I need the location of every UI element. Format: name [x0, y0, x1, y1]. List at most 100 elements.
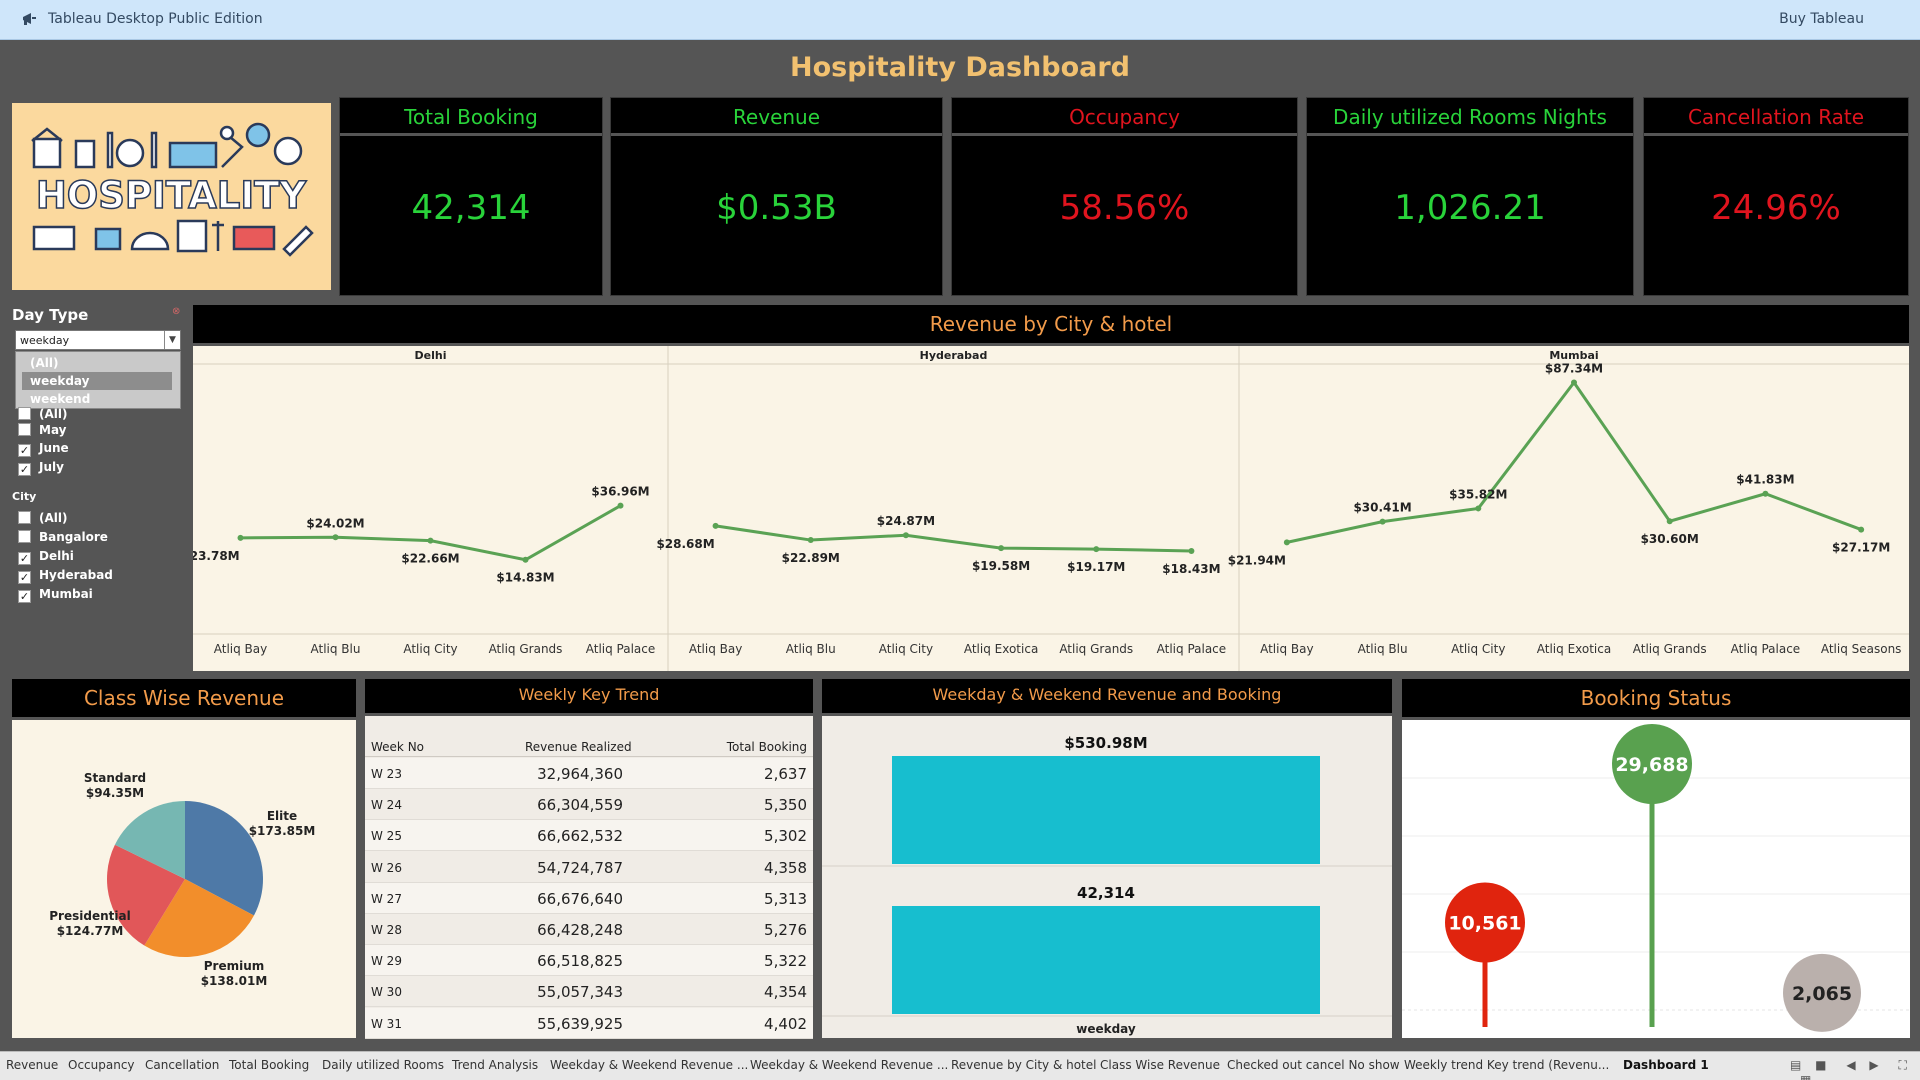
sheet-tab[interactable]: Checked out cancel No show	[1227, 1058, 1400, 1072]
table-row[interactable]: W 30 55,057,343 4,354	[365, 976, 813, 1008]
city-filter-hyderabad[interactable]: ✓ Hyderabad	[18, 567, 113, 584]
revenue-point[interactable]	[902, 532, 909, 539]
sheet-tab[interactable]: Total Booking	[229, 1058, 309, 1072]
city-filter-delhi[interactable]: ✓ Delhi	[18, 548, 74, 565]
weekday-weekend-chart[interactable]: $530.98M 42,314 weekday	[822, 716, 1392, 1038]
sheet-tab[interactable]: Dashboard 1	[1623, 1058, 1709, 1072]
facet-city-label: Hyderabad	[920, 349, 988, 362]
revenue-point[interactable]	[1475, 505, 1482, 512]
sheet-tab[interactable]: Weekday & Weekend Revenue ...	[750, 1058, 948, 1072]
booking-status-chart[interactable]: 10,561 29,688 2,065	[1402, 720, 1910, 1038]
pie-slice-value: $138.01M	[201, 974, 268, 988]
revenue-point[interactable]	[1379, 518, 1386, 525]
revenue-point[interactable]	[712, 522, 719, 529]
next-sheet-icon[interactable]: ▶	[1869, 1058, 1878, 1072]
weekly-key-trend-table[interactable]: Week No Revenue Realized Total Booking W…	[365, 716, 813, 1039]
revenue-point[interactable]	[1666, 518, 1673, 525]
total-booking-cell: 2,637	[764, 765, 807, 783]
checkbox-icon[interactable]	[18, 407, 31, 420]
revenue-point[interactable]	[617, 502, 624, 509]
bar-data-label: $530.98M	[1064, 734, 1147, 752]
show-tabs-icon[interactable]: ■	[1815, 1058, 1826, 1072]
checkbox-icon[interactable]	[18, 423, 31, 436]
table-row[interactable]: W 23 32,964,360 2,637	[365, 758, 813, 789]
bar[interactable]	[892, 906, 1320, 1014]
table-row[interactable]: W 31 55,639,925 4,402	[365, 1007, 813, 1039]
revenue-point[interactable]	[237, 534, 244, 541]
revenue-point[interactable]	[1188, 547, 1195, 554]
dropdown-option-all[interactable]: (All)	[22, 354, 172, 372]
revenue-point[interactable]	[332, 534, 339, 541]
checkbox-checked-icon[interactable]: ✓	[18, 590, 31, 603]
revenue-point[interactable]	[1858, 526, 1865, 533]
chevron-down-icon[interactable]: ▼	[164, 331, 180, 349]
sheet-tab[interactable]: Trend Analysis	[452, 1058, 538, 1072]
show-sheet-sorter-icon[interactable]: ▤	[1790, 1058, 1801, 1072]
kpi-occupancy[interactable]: Occupancy 58.56%	[951, 97, 1298, 296]
hotel-tick-label: Atliq Seasons	[1821, 642, 1902, 656]
checkbox-icon[interactable]	[18, 530, 31, 543]
revenue-point[interactable]	[1093, 546, 1100, 553]
month-filter-july[interactable]: ✓ July	[18, 459, 64, 476]
checkbox-checked-icon[interactable]: ✓	[18, 552, 31, 565]
month-filter-all[interactable]: (All)	[18, 406, 67, 422]
sheet-tab[interactable]: Daily utilized Rooms	[322, 1058, 444, 1072]
table-row[interactable]: W 27 66,676,640 5,313	[365, 882, 813, 914]
clear-filter-icon[interactable]: ⊗	[172, 306, 180, 317]
fullscreen-icon[interactable]: ⛶	[1898, 1058, 1906, 1072]
checkbox-checked-icon[interactable]: ✓	[18, 463, 31, 476]
kpi-total-booking[interactable]: Total Booking 42,314	[339, 97, 603, 296]
lollipop-value-label: 29,688	[1615, 754, 1688, 776]
table-row[interactable]: W 28 66,428,248 5,276	[365, 914, 813, 945]
lollipop-chart[interactable]: 10,561 29,688 2,065	[1402, 720, 1910, 1038]
pie-chart[interactable]: Elite$173.85M Premium$138.01M Presidential…	[12, 720, 356, 1038]
revenue-point[interactable]	[427, 537, 434, 544]
revenue-point[interactable]	[807, 537, 814, 544]
sheet-tab-bar: Revenue Occupancy Cancellation Total Bookin…	[0, 1051, 1920, 1080]
revenue-point[interactable]	[1283, 539, 1290, 546]
revenue-point[interactable]	[1762, 490, 1769, 497]
month-filter-may[interactable]: May	[18, 422, 67, 438]
sheet-tab[interactable]: Revenue by City & hotel	[951, 1058, 1096, 1072]
kpi-title: Daily utilized Rooms Nights	[1307, 98, 1633, 136]
sheet-tab[interactable]: Weekly trend Key trend (Revenu...	[1404, 1058, 1609, 1072]
day-type-dropdown[interactable]: weekday ▼	[15, 330, 181, 350]
city-filter-mumbai[interactable]: ✓ Mumbai	[18, 586, 93, 603]
sheet-tab[interactable]: Revenue	[6, 1058, 58, 1072]
hotel-tick-label: Atliq Palace	[1157, 642, 1227, 656]
previous-sheet-icon[interactable]: ◀	[1846, 1058, 1855, 1072]
sheet-tab[interactable]: Weekday & Weekend Revenue ...	[550, 1058, 748, 1072]
buy-tableau-link[interactable]: Buy Tableau	[1779, 11, 1864, 27]
revenue-point[interactable]	[1571, 379, 1577, 386]
kpi-cancellation-rate[interactable]: Cancellation Rate 24.96%	[1643, 97, 1909, 296]
bar[interactable]	[892, 756, 1320, 864]
table-row[interactable]: W 24 66,304,559 5,350	[365, 789, 813, 821]
city-filter-bangalore[interactable]: Bangalore	[18, 529, 108, 545]
grid-view-icon[interactable]: ▦	[1800, 1073, 1811, 1080]
dropdown-option-weekday[interactable]: weekday	[22, 372, 172, 390]
kpi-daily-utilized-rooms[interactable]: Daily utilized Rooms Nights 1,026.21	[1306, 97, 1634, 296]
revenue-by-city-chart[interactable]: Delhi $23.78M Atliq Bay $24.02M Atliq Blu $22…	[181, 346, 1909, 671]
class-wise-revenue-pie[interactable]: Elite $173.85M Premium $138.01M Presidential…	[12, 720, 356, 1038]
table-row[interactable]: W 26 54,724,787 4,358	[365, 852, 813, 883]
revenue-data-label: $30.41M	[1353, 501, 1411, 515]
sheet-tab[interactable]: Cancellation	[145, 1058, 219, 1072]
sheet-tab[interactable]: Class Wise Revenue	[1100, 1058, 1220, 1072]
sheet-tab[interactable]: Occupancy	[68, 1058, 135, 1072]
class-wise-revenue-title: Class Wise Revenue	[12, 679, 356, 717]
kpi-revenue[interactable]: Revenue $0.53B	[610, 97, 943, 296]
checkbox-icon[interactable]	[18, 511, 31, 524]
total-booking-cell: 5,350	[764, 796, 807, 815]
checkbox-checked-icon[interactable]: ✓	[18, 571, 31, 584]
table-row[interactable]: W 25 66,662,532 5,302	[365, 820, 813, 852]
revenue-line-chart[interactable]: Delhi $23.78M Atliq Bay $24.02M Atliq Blu $22…	[181, 346, 1909, 671]
city-filter-all[interactable]: (All)	[18, 510, 67, 526]
month-filter-june[interactable]: ✓ June	[18, 440, 69, 457]
revenue-data-label: $36.96M	[591, 485, 649, 499]
bar-chart[interactable]: $530.98M 42,314 weekday	[822, 716, 1392, 1038]
tableau-announce-icon[interactable]	[20, 10, 38, 28]
revenue-point[interactable]	[522, 556, 529, 563]
revenue-point[interactable]	[998, 545, 1005, 552]
checkbox-checked-icon[interactable]: ✓	[18, 444, 31, 457]
table-row[interactable]: W 29 66,518,825 5,322	[365, 945, 813, 977]
